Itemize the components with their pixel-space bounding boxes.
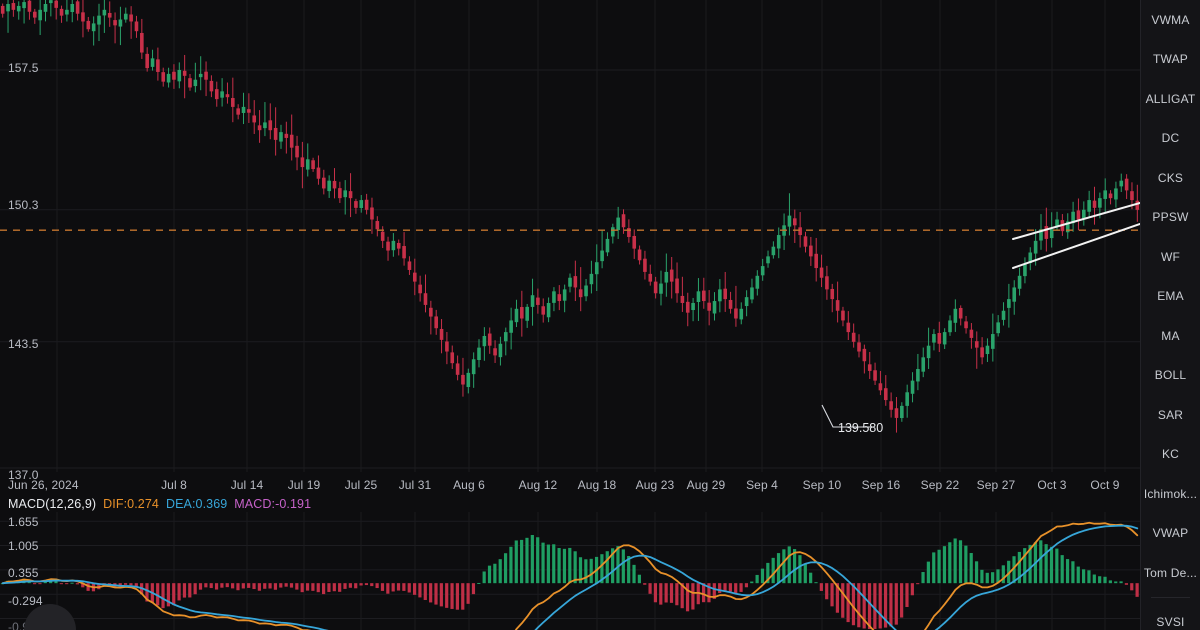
indicator-item-twap[interactable]: TWAP bbox=[1141, 40, 1200, 80]
date-label-14: Sep 22 bbox=[920, 478, 960, 492]
date-label-16: Oct 3 bbox=[1037, 478, 1067, 492]
macd-legend-title: MACD(12,26,9) bbox=[8, 497, 97, 511]
price-y-label-2: 143.5 bbox=[8, 337, 39, 351]
indicator-item-svsi[interactable]: SVSI bbox=[1141, 603, 1200, 630]
macd-y-label-1: 1.005 bbox=[8, 539, 39, 553]
date-label-7: Aug 12 bbox=[518, 478, 558, 492]
date-label-0: Jun 26, 2024 bbox=[8, 478, 79, 492]
price-y-label-0: 157.5 bbox=[8, 61, 39, 75]
macd-indicator-panel[interactable] bbox=[0, 512, 1140, 630]
date-label-17: Oct 9 bbox=[1090, 478, 1120, 492]
chart-area[interactable]: 157.5 150.3 143.5 137.0 139.580 Jun 26, … bbox=[0, 0, 1140, 630]
indicator-item-kc[interactable]: KC bbox=[1141, 435, 1200, 475]
indicator-item-dc[interactable]: DC bbox=[1141, 119, 1200, 159]
date-label-1: Jul 8 bbox=[161, 478, 187, 492]
date-label-10: Aug 29 bbox=[686, 478, 726, 492]
indicator-item-vwma[interactable]: VWMA bbox=[1141, 0, 1200, 40]
indicator-item-ema[interactable]: EMA bbox=[1141, 277, 1200, 317]
date-label-11: Sep 4 bbox=[746, 478, 778, 492]
indicator-item-cks[interactable]: CKS bbox=[1141, 158, 1200, 198]
indicator-list: VWMA TWAP ALLIGAT DC CKS PPSW WF EMA MA BOLL SAR KC… bbox=[1141, 0, 1200, 630]
date-label-8: Aug 18 bbox=[577, 478, 617, 492]
indicator-item-wf[interactable]: WF bbox=[1141, 237, 1200, 277]
date-label-6: Aug 6 bbox=[453, 478, 485, 492]
macd-y-label-0: 1.655 bbox=[8, 515, 39, 529]
indicator-item-sar[interactable]: SAR bbox=[1141, 395, 1200, 435]
sidebar-divider bbox=[1151, 596, 1190, 598]
indicator-item-alligat[interactable]: ALLIGAT bbox=[1141, 79, 1200, 119]
date-label-3: Jul 19 bbox=[287, 478, 321, 492]
date-label-15: Sep 27 bbox=[976, 478, 1016, 492]
indicator-item-ppsw[interactable]: PPSW bbox=[1141, 198, 1200, 238]
indicator-item-ma[interactable]: MA bbox=[1141, 316, 1200, 356]
date-label-2: Jul 14 bbox=[230, 478, 264, 492]
date-label-9: Aug 23 bbox=[635, 478, 675, 492]
price-chart-svg bbox=[0, 0, 1140, 472]
macd-legend-macd: MACD:-0.191 bbox=[234, 497, 312, 511]
macd-chart-svg bbox=[0, 512, 1140, 630]
macd-legend-dif: DIF:0.274 bbox=[103, 497, 159, 511]
indicator-item-boll[interactable]: BOLL bbox=[1141, 356, 1200, 396]
indicator-item-vwap[interactable]: VWAP bbox=[1141, 514, 1200, 554]
date-label-13: Sep 16 bbox=[861, 478, 901, 492]
macd-legend: MACD(12,26,9) DIF:0.274 DEA:0.369 MACD:-0.1… bbox=[8, 497, 318, 511]
indicator-item-tomde[interactable]: Tom De... bbox=[1141, 553, 1200, 593]
trading-chart-screen: 157.5 150.3 143.5 137.0 139.580 Jun 26, … bbox=[0, 0, 1200, 630]
indicator-sidebar[interactable]: VWMA TWAP ALLIGAT DC CKS PPSW WF EMA MA BOLL SAR KC… bbox=[1140, 0, 1200, 630]
macd-legend-dea: DEA:0.369 bbox=[165, 497, 228, 511]
price-candlestick-panel[interactable] bbox=[0, 0, 1140, 472]
date-label-5: Jul 31 bbox=[398, 478, 432, 492]
date-label-12: Sep 10 bbox=[802, 478, 842, 492]
date-label-4: Jul 25 bbox=[344, 478, 378, 492]
swing-low-annotation: 139.580 bbox=[838, 421, 884, 435]
price-y-label-1: 150.3 bbox=[8, 198, 39, 212]
indicator-item-ichimok[interactable]: Ichimok... bbox=[1141, 474, 1200, 514]
macd-y-label-2: 0.355 bbox=[8, 566, 39, 580]
